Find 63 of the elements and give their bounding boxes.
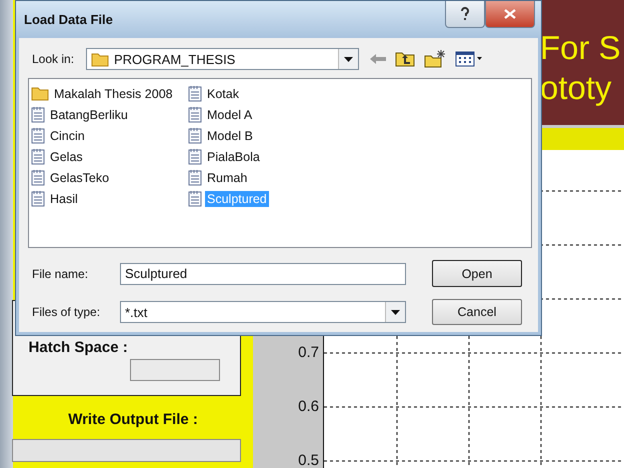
file-name-text: Gelas: [49, 148, 84, 164]
file-name-text: Cincin: [49, 128, 86, 144]
y-tick-label: 0.7: [298, 343, 320, 363]
file-name-text: Model A: [206, 106, 254, 122]
file-list-item[interactable]: Gelas: [31, 146, 188, 167]
help-icon: [460, 7, 470, 21]
help-button[interactable]: [445, 1, 485, 28]
file-name-text: Kotak: [206, 86, 240, 102]
folder-icon: [31, 86, 49, 101]
file-name-field[interactable]: Sculptured: [120, 262, 406, 284]
text-file-icon: [31, 190, 45, 207]
look-in-label: Look in:: [31, 52, 76, 66]
hatch-space-label: Hatch Space :: [28, 339, 129, 356]
view-menu-icon[interactable]: [455, 51, 483, 67]
text-file-icon: [188, 106, 202, 123]
close-icon: [504, 9, 516, 19]
text-file-icon: [31, 106, 45, 123]
banner-text: ototy: [540, 68, 613, 108]
file-name-text: PialaBola: [206, 148, 261, 164]
cancel-button[interactable]: Cancel: [432, 299, 522, 325]
file-list-item[interactable]: Model B: [188, 125, 348, 146]
file-name-text: Model B: [206, 128, 254, 144]
file-name-label: File name:: [31, 266, 90, 280]
y-tick-label: 0.6: [298, 397, 320, 417]
file-name-text: GelasTeko: [49, 170, 110, 186]
text-file-icon: [188, 148, 202, 165]
file-name-text: BatangBerliku: [49, 106, 129, 122]
dropdown-arrow-icon[interactable]: [344, 56, 353, 62]
hatch-space-field[interactable]: [130, 359, 220, 381]
file-list-item[interactable]: Rumah: [188, 167, 348, 188]
dropdown-arrow-icon[interactable]: [391, 310, 400, 314]
text-file-icon: [188, 190, 202, 207]
file-name-text: Rumah: [206, 170, 248, 186]
look-in-dropdown[interactable]: PROGRAM_THESIS: [86, 48, 359, 70]
folder-icon: [91, 52, 109, 66]
close-button[interactable]: [485, 1, 535, 28]
file-list-item[interactable]: Makalah Thesis 2008: [31, 83, 188, 104]
open-button[interactable]: Open: [432, 260, 522, 287]
file-list-item[interactable]: BatangBerliku: [31, 104, 188, 125]
banner-text: For S: [540, 28, 622, 68]
text-file-icon: [31, 169, 45, 186]
y-tick-label: 0.5: [298, 451, 320, 468]
up-folder-icon[interactable]: [395, 51, 415, 67]
file-list-item[interactable]: Cincin: [31, 125, 188, 146]
output-file-field[interactable]: [12, 439, 241, 462]
file-list-item[interactable]: GelasTeko: [31, 167, 188, 188]
new-folder-icon[interactable]: [424, 50, 446, 68]
file-name-text: Makalah Thesis 2008: [53, 86, 174, 102]
file-type-label: Files of type:: [31, 305, 102, 319]
file-list-item[interactable]: Hasil: [31, 188, 188, 209]
text-file-icon: [188, 85, 202, 102]
file-list-item[interactable]: Model A: [188, 104, 348, 125]
text-file-icon: [188, 127, 202, 144]
file-type-dropdown[interactable]: *.txt: [120, 301, 406, 323]
file-name-text: Hasil: [49, 190, 79, 206]
text-file-icon: [31, 127, 45, 144]
file-name-text: Sculptured: [205, 190, 269, 206]
text-file-icon: [188, 169, 202, 186]
output-file-label: Write Output File :: [68, 411, 198, 428]
text-file-icon: [31, 148, 45, 165]
file-list-item[interactable]: Kotak: [188, 83, 348, 104]
file-list-item[interactable]: PialaBola: [188, 146, 348, 167]
window-title: Load Data File: [24, 12, 114, 27]
